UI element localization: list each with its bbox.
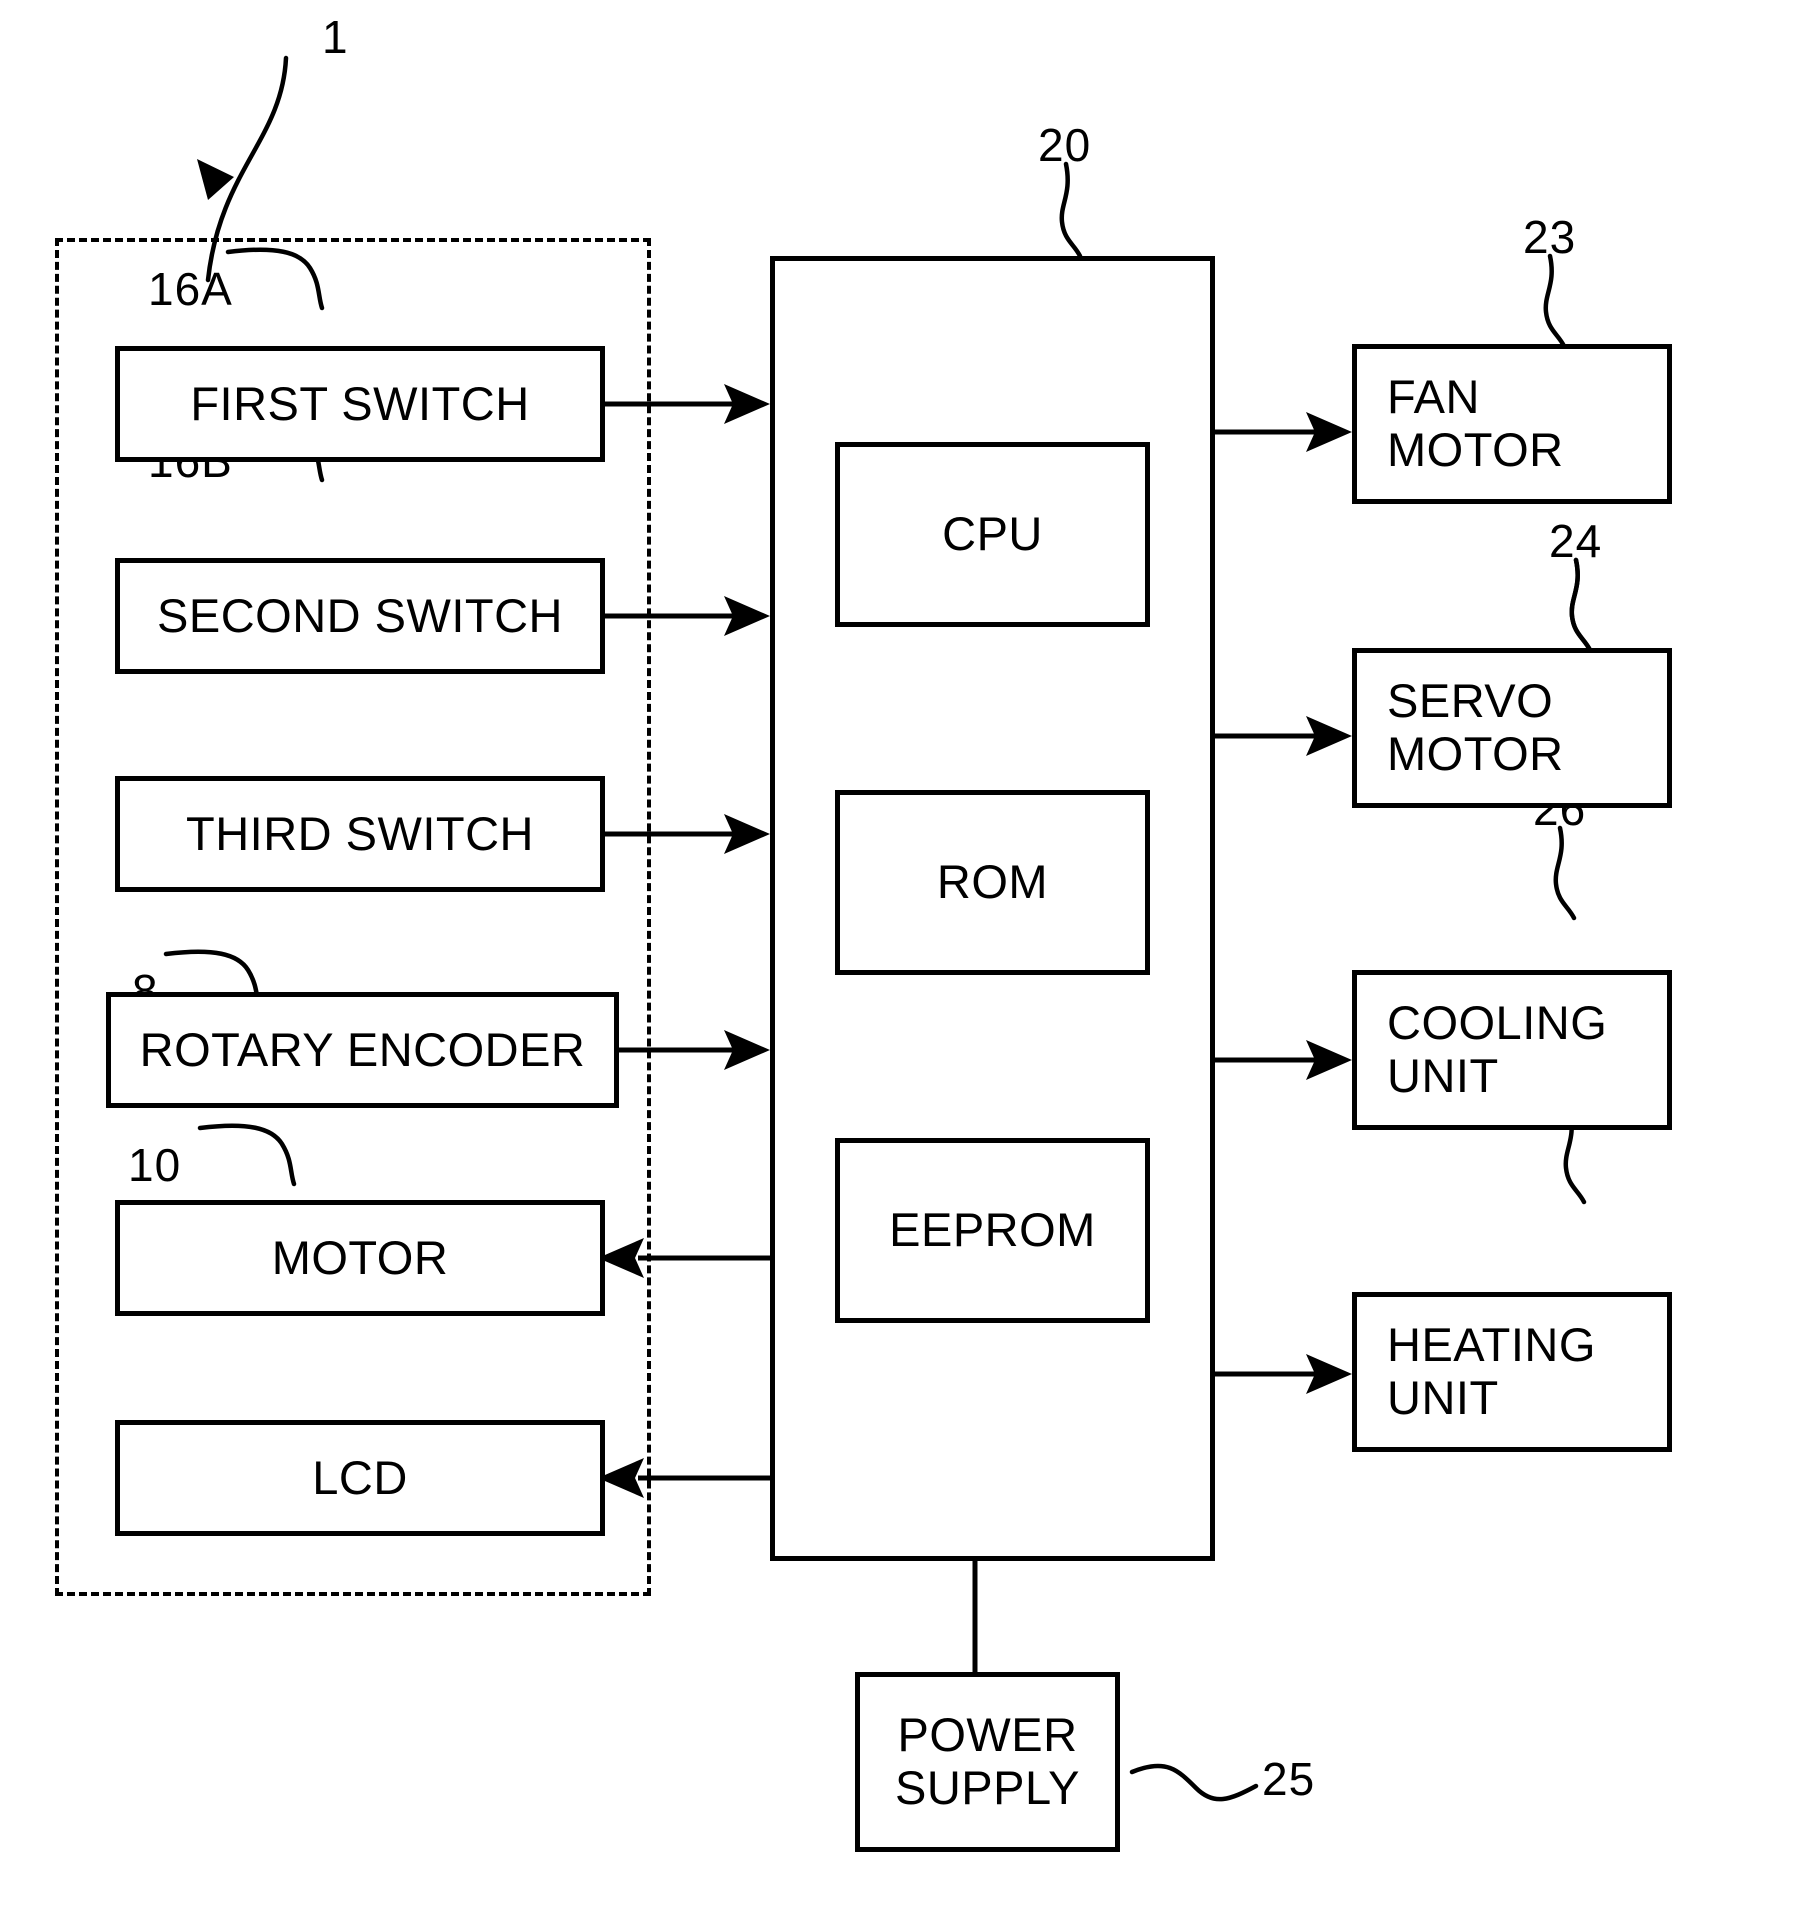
module-eeprom[interactable]: EEPROM: [835, 1138, 1150, 1323]
block-power-supply[interactable]: POWER SUPPLY: [855, 1672, 1120, 1852]
block-lcd-label: LCD: [312, 1450, 408, 1504]
block-second-switch[interactable]: SECOND SWITCH: [115, 558, 605, 674]
block-servo-motor[interactable]: SERVO MOTOR: [1352, 648, 1672, 808]
leader-20: [1059, 161, 1083, 259]
block-third-switch[interactable]: THIRD SWITCH: [115, 776, 605, 892]
block-heating-unit-label: HEATING UNIT: [1387, 1318, 1596, 1424]
module-eeprom-label: EEPROM: [889, 1203, 1096, 1257]
block-first-switch[interactable]: FIRST SWITCH: [115, 346, 605, 462]
block-power-supply-label: POWER SUPPLY: [895, 1708, 1080, 1814]
signal-servo-motor: [1215, 716, 1352, 756]
ref-servo-motor: 24: [1549, 515, 1603, 567]
signal-heating-unit: [1215, 1354, 1352, 1394]
signal-cooling-unit: [1215, 1040, 1352, 1080]
ref-first-switch: 16A: [148, 263, 233, 315]
block-fan-motor-label: FAN MOTOR: [1387, 370, 1564, 476]
block-third-switch-label: THIRD SWITCH: [185, 806, 534, 860]
block-rotary-encoder[interactable]: ROTARY ENCODER: [106, 992, 619, 1108]
ref-control-unit: 20: [1038, 119, 1092, 171]
block-second-switch-label: SECOND SWITCH: [157, 588, 563, 642]
leader-23: [1543, 253, 1567, 349]
ref-lcd: 10: [128, 1139, 182, 1191]
figure-canvas: 1 16A 16B 16C 9 8 10 20 20a 20b 20c 23 2…: [0, 0, 1797, 1932]
block-servo-motor-label: SERVO MOTOR: [1387, 674, 1564, 780]
block-motor-label: MOTOR: [271, 1230, 449, 1284]
leader-24: [1569, 557, 1593, 653]
block-motor[interactable]: MOTOR: [115, 1200, 605, 1316]
leader-26: [1553, 825, 1577, 921]
module-cpu[interactable]: CPU: [835, 442, 1150, 627]
block-fan-motor[interactable]: FAN MOTOR: [1352, 344, 1672, 504]
block-rotary-encoder-label: ROTARY ENCODER: [139, 1022, 586, 1076]
leader-25: [1129, 1763, 1259, 1802]
module-rom[interactable]: ROM: [835, 790, 1150, 975]
block-heating-unit[interactable]: HEATING UNIT: [1352, 1292, 1672, 1452]
block-lcd[interactable]: LCD: [115, 1420, 605, 1536]
ref-fan-motor: 23: [1523, 211, 1577, 263]
ref-assembly: 1: [322, 11, 349, 63]
block-first-switch-label: FIRST SWITCH: [190, 376, 530, 430]
block-cooling-unit[interactable]: COOLING UNIT: [1352, 970, 1672, 1130]
module-cpu-label: CPU: [942, 507, 1043, 561]
module-rom-label: ROM: [936, 855, 1049, 909]
signal-fan-motor: [1215, 412, 1352, 452]
block-cooling-unit-label: COOLING UNIT: [1387, 996, 1608, 1102]
ref-power-supply: 25: [1262, 1753, 1316, 1805]
